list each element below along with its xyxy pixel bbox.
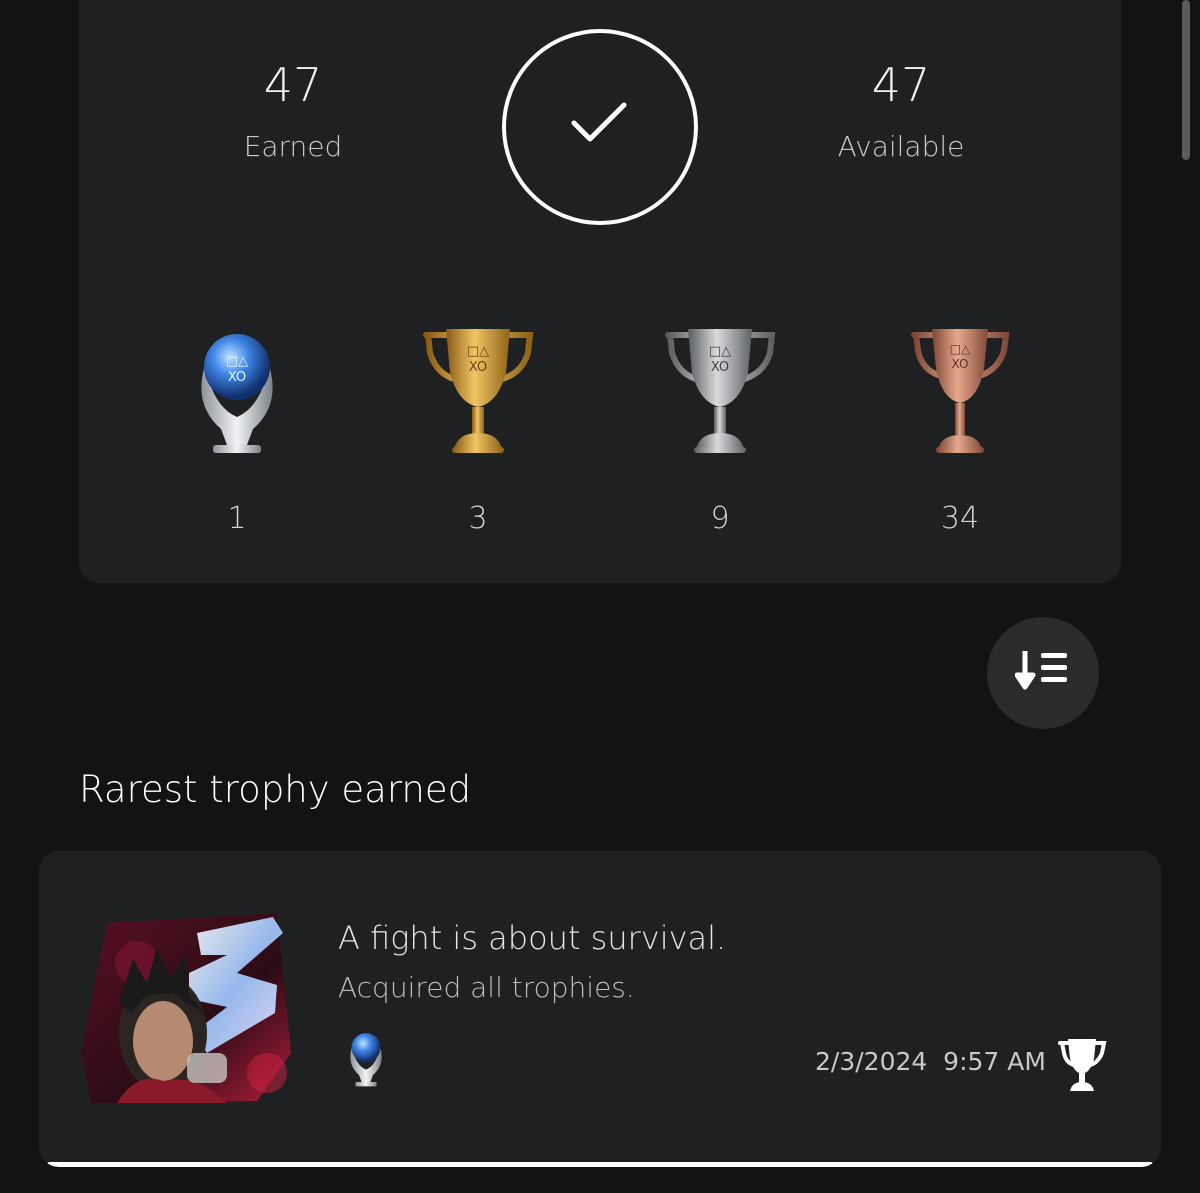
sort-descending-icon [1015,651,1067,690]
trophy-name: A fight is about survival. [338,919,727,957]
svg-text:XO: XO [711,360,729,375]
rarest-trophy-card[interactable]: A fight is about survival. Acquired all … [39,851,1161,1167]
sort-button[interactable] [987,617,1099,729]
earned-count: 47 [263,58,323,112]
earned-label: Earned [243,130,343,163]
trophy-description: Acquired all trophies. [338,971,635,1004]
section-title: Rarest trophy earned [79,768,472,811]
svg-text:□△: □△ [226,354,248,369]
available-count: 47 [871,58,931,112]
trophy-summary-card: 47 Earned 47 Available □△ XO 1 □△ XO 3 □… [79,0,1121,583]
bronze-trophy-icon: □△ XO [911,329,1010,453]
available-label: Available [837,130,965,163]
trophy-cup-icon [1058,1039,1107,1091]
svg-text:□△: □△ [950,342,971,356]
silver-trophy-icon: □△ XO [665,329,776,453]
card-underline [47,1162,1153,1167]
svg-text:XO: XO [952,357,969,371]
svg-text:□△: □△ [467,344,489,359]
gold-count: 3 [468,501,488,536]
earned-stat: 47 Earned [143,62,443,163]
gold-trophy-column[interactable]: □△ XO 3 [398,325,558,536]
game-art-image [81,913,291,1103]
trophy-summary-screen: 47 Earned 47 Available □△ XO 1 □△ XO 3 □… [0,0,1200,1193]
silver-count: 9 [710,501,730,536]
earned-timestamp: 2/3/2024 9:57 AM [815,1047,1046,1076]
platinum-count: 1 [227,501,247,536]
checkmark-icon [571,102,627,142]
platinum-trophy-column[interactable]: □△ XO 1 [157,325,317,536]
scrollbar[interactable] [1182,0,1190,160]
bronze-trophy-column[interactable]: □△ XO 34 [880,325,1040,536]
bronze-count: 34 [940,501,980,536]
completion-ring [502,29,698,225]
svg-text:XO: XO [228,370,246,385]
platinum-trophy-icon [350,1033,382,1087]
svg-text:□△: □△ [709,344,731,359]
platinum-trophy-icon: □△ XO [201,334,273,453]
silver-trophy-column[interactable]: □△ XO 9 [640,325,800,536]
svg-text:XO: XO [469,360,487,375]
available-stat: 47 Available [751,62,1051,163]
gold-trophy-icon: □△ XO [423,329,534,453]
